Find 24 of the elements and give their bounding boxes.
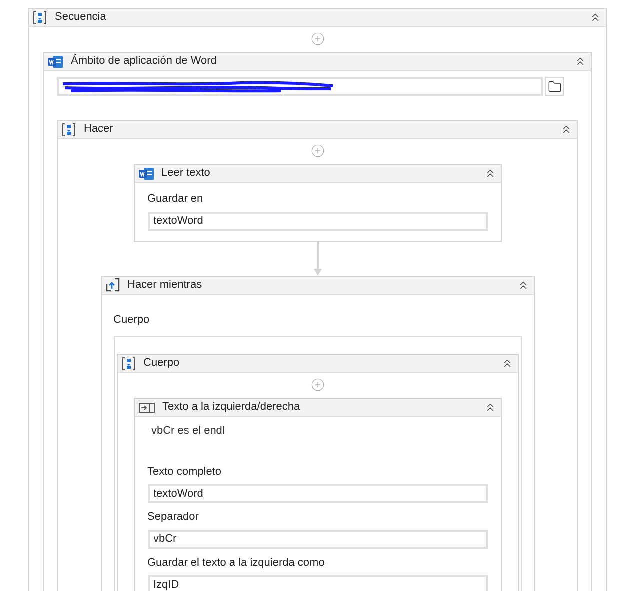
loop-icon (106, 278, 120, 292)
activity-title: Hacer mientras (128, 278, 202, 293)
input-field[interactable]: IzqID (148, 575, 488, 591)
body-label: Cuerpo (114, 312, 151, 328)
field-label: Guardar el texto a la izquierda como (148, 556, 326, 570)
sequence-icon (62, 122, 76, 136)
activity-title: Ámbito de aplicación de Word (71, 54, 217, 70)
activity-title: Hacer (84, 122, 114, 138)
field-label: Separador (148, 510, 200, 525)
activity-title: Secuencia (55, 10, 106, 26)
input-field[interactable]: textoWord (148, 212, 488, 230)
activity-title: Texto a la izquierda/derecha (162, 400, 300, 416)
input-field[interactable]: vbCr (148, 530, 488, 548)
field-label: Guardar en (148, 192, 204, 207)
sequence-icon (33, 10, 47, 24)
field-label: Texto completo (148, 464, 222, 480)
folder-button[interactable] (545, 77, 564, 96)
activity-title: Leer texto (162, 166, 210, 182)
annotation-text: vbCr es el endl (150, 424, 226, 439)
input-field[interactable]: textoWord (148, 484, 488, 503)
file-path-field[interactable] (57, 77, 543, 96)
sequence-icon (122, 356, 136, 370)
split-text-icon (138, 402, 154, 414)
activity-title: Cuerpo (144, 356, 180, 372)
